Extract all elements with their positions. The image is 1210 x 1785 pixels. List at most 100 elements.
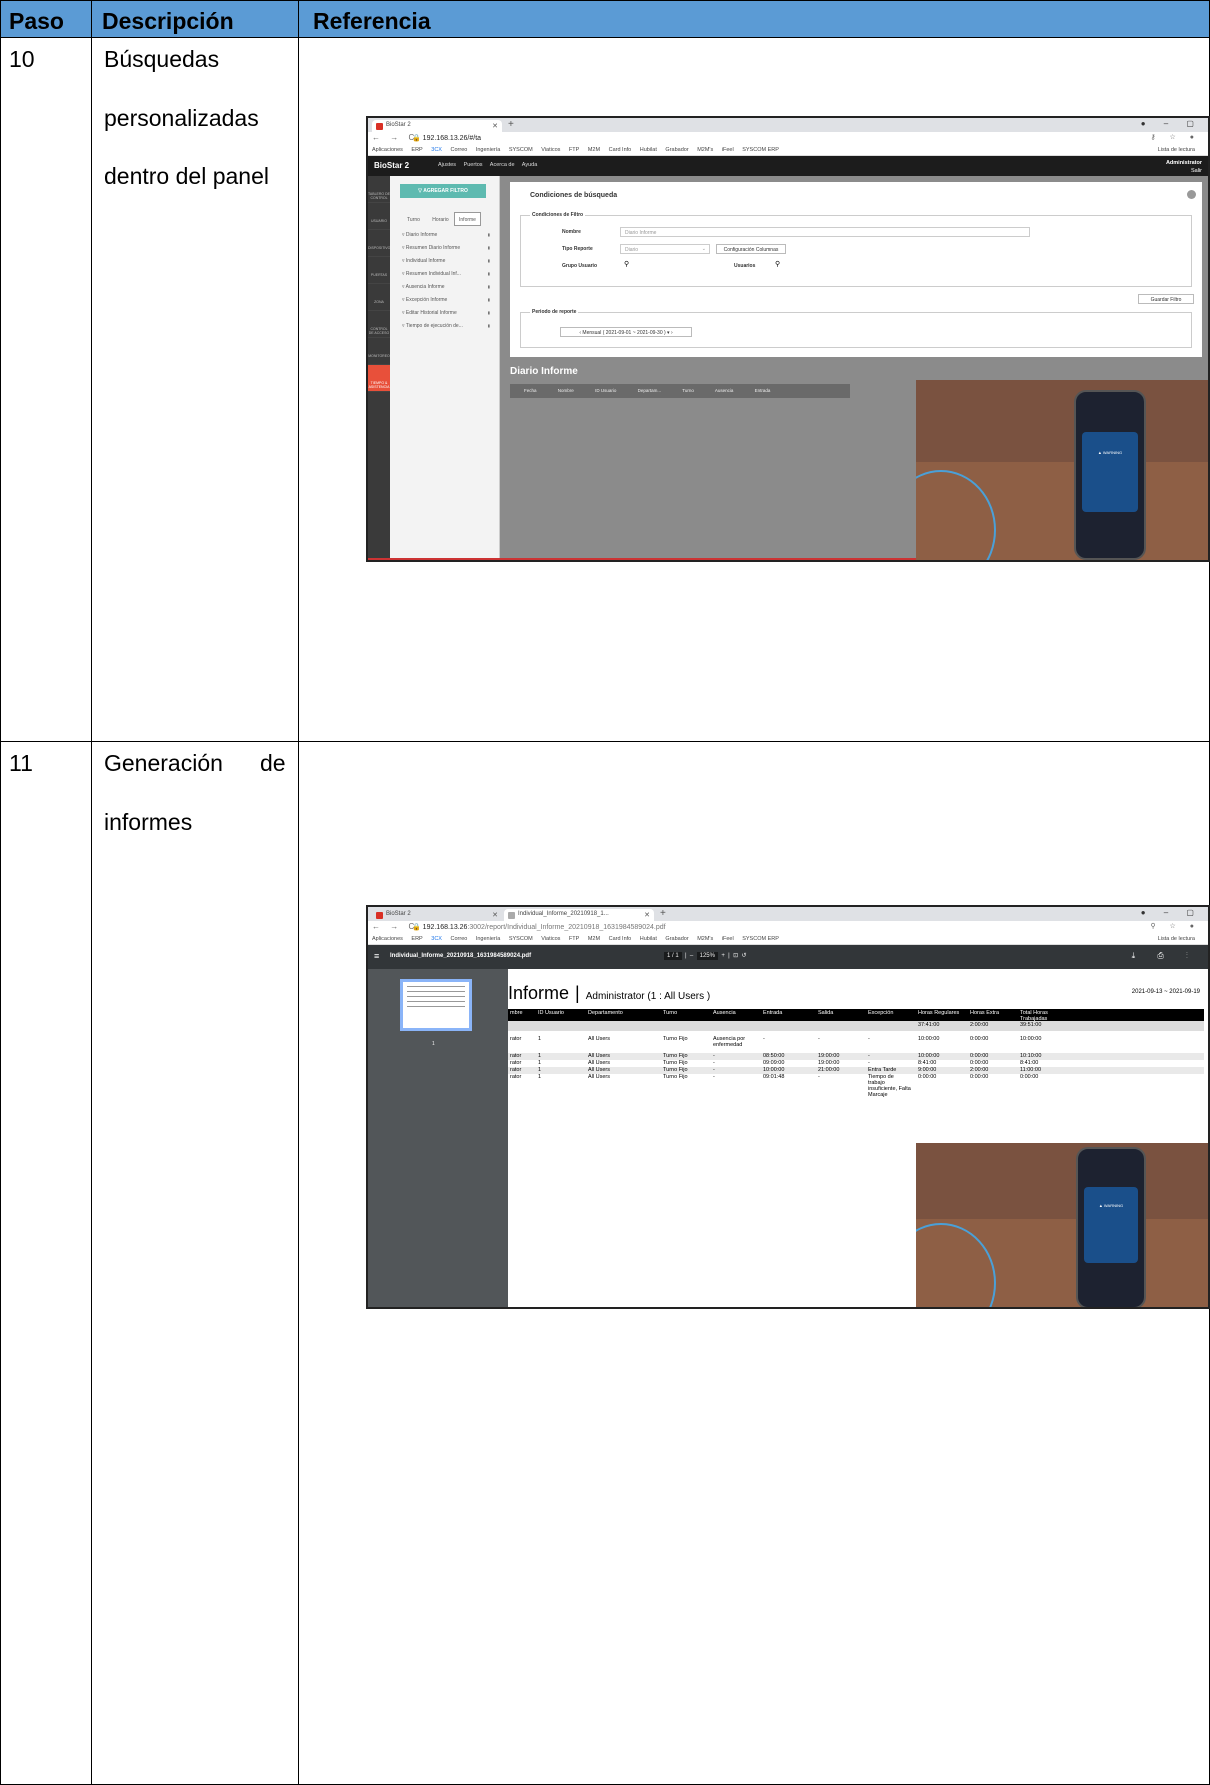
close-icon[interactable]: [1187, 190, 1196, 199]
url-field[interactable]: 🔒 192.168.13.26:3002/report/Individual_I…: [412, 923, 666, 931]
thumbnail-page-number: 1: [432, 1041, 435, 1047]
bookmark-item[interactable]: Ingeniería: [476, 147, 500, 153]
sidebar-item-monitoreo[interactable]: MONITOREO: [368, 338, 390, 365]
report-item[interactable]: ▿ Resumen Individual Inf...: [402, 271, 490, 284]
sidebar-item-dispositivo[interactable]: DISPOSITIVO: [368, 230, 390, 257]
browser-tab[interactable]: BioStar 2 ✕: [372, 909, 502, 921]
bookmark-item[interactable]: Hubilat: [640, 936, 657, 942]
column-header[interactable]: Ausencia: [715, 388, 734, 393]
tab-title: BioStar 2: [386, 122, 411, 128]
config-columns-button[interactable]: Configuración Columnas: [716, 244, 786, 254]
bookmark-item[interactable]: SYSCOM ERP: [742, 936, 779, 942]
report-item[interactable]: ▿ Tiempo de ejecución de...: [402, 323, 490, 336]
report-item[interactable]: ▿ Diario Informe: [402, 232, 490, 245]
report-item[interactable]: ▿ Ausencia Informe: [402, 284, 490, 297]
bookmark-item[interactable]: Aplicaciones: [372, 147, 403, 153]
bookmark-item[interactable]: SYSCOM: [509, 147, 533, 153]
column-header[interactable]: Turno: [682, 388, 694, 393]
bookmark-item[interactable]: FTP: [569, 936, 579, 942]
page-indicator[interactable]: 1 / 1: [664, 952, 682, 960]
close-icon[interactable]: ✕: [644, 911, 650, 919]
bookmark-item[interactable]: Aplicaciones: [372, 936, 403, 942]
column-header[interactable]: Fecha: [524, 388, 537, 393]
tab-informe[interactable]: Informe: [454, 212, 481, 226]
zoom-level[interactable]: 125%: [696, 952, 718, 960]
bookmark-item[interactable]: FTP: [569, 147, 579, 153]
zoom-out-icon[interactable]: –: [690, 953, 693, 959]
browser-tab-active[interactable]: Individual_Informe_20210918_1... ✕: [504, 909, 654, 921]
bookmark-item[interactable]: Ingeniería: [476, 936, 500, 942]
menu-puertos[interactable]: Puertos: [464, 162, 483, 168]
tab-turno[interactable]: Turno: [400, 213, 427, 227]
menu-icon[interactable]: ≡: [374, 951, 379, 961]
column-header[interactable]: Entrada: [755, 388, 771, 393]
bookmark-item[interactable]: ERP: [411, 936, 422, 942]
bookmark-item[interactable]: Viaticos: [541, 147, 560, 153]
menu-ajustes[interactable]: Ajustes: [438, 162, 456, 168]
bookmark-item[interactable]: Grabador: [665, 936, 688, 942]
sidebar-item-tiempo-asistencia[interactable]: TIEMPO & ASISTENCIA: [368, 365, 390, 392]
window-controls[interactable]: ● – ▢: [1141, 119, 1202, 128]
bookmark-item[interactable]: Correo: [451, 936, 468, 942]
zoom-in-icon[interactable]: +: [721, 953, 725, 959]
reading-list-link[interactable]: Lista de lectura: [1158, 147, 1195, 153]
browser-tab[interactable]: BioStar 2 ✕: [372, 120, 502, 132]
tipo-reporte-select[interactable]: Diario ⌄: [620, 244, 710, 254]
column-header[interactable]: Departam...: [638, 388, 662, 393]
new-tab-icon[interactable]: +: [660, 908, 666, 919]
address-actions-icon[interactable]: ⚷ ☆ ●: [1150, 133, 1200, 141]
bookmark-item[interactable]: Card Info: [609, 147, 632, 153]
menu-ayuda[interactable]: Ayuda: [522, 162, 538, 168]
report-item[interactable]: ▿ Excepción Informe: [402, 297, 490, 310]
address-actions-icon[interactable]: ⚲ ☆ ●: [1150, 922, 1200, 930]
tab-horario[interactable]: Horario: [427, 213, 454, 227]
url-field[interactable]: 🔒 192.168.13.26/#/ta: [412, 134, 481, 142]
bookmark-item[interactable]: Hubilat: [640, 147, 657, 153]
bookmark-item[interactable]: ERP: [411, 147, 422, 153]
sidebar-item-puertas[interactable]: PUERTAS: [368, 257, 390, 284]
report-item[interactable]: ▿ Editar Historial Informe: [402, 310, 490, 323]
bookmark-item[interactable]: SYSCOM: [509, 936, 533, 942]
sidebar-item-usuario[interactable]: USUARIO: [368, 203, 390, 230]
sidebar-item-zona[interactable]: ZONA: [368, 284, 390, 311]
page-thumbnail[interactable]: [400, 979, 472, 1031]
bookmark-item[interactable]: SYSCOM ERP: [742, 147, 779, 153]
sidebar-item-tablero[interactable]: TABLERO DE CONTROL: [368, 176, 390, 203]
search-icon[interactable]: ⚲: [624, 260, 629, 268]
bookmark-item[interactable]: Card Info: [609, 936, 632, 942]
column-header: Horas Regulares: [918, 1010, 960, 1016]
add-filter-button[interactable]: ▽ AGREGAR FILTRO: [400, 184, 486, 198]
sidebar-item-control-acceso[interactable]: CONTROL DE ACCESO: [368, 311, 390, 338]
report-item[interactable]: ▿ Resumen Diario Informe: [402, 245, 490, 258]
search-icon[interactable]: ⚲: [775, 260, 780, 268]
bookmark-item[interactable]: M2M: [588, 936, 600, 942]
report-item[interactable]: ▿ Individual Informe: [402, 258, 490, 271]
bookmark-item[interactable]: Viaticos: [541, 936, 560, 942]
download-print-icons[interactable]: ⤓ ⎙ ⋮: [1132, 951, 1198, 961]
close-icon[interactable]: ✕: [492, 122, 498, 130]
bookmark-item[interactable]: iFeel: [722, 936, 734, 942]
nombre-input[interactable]: Diario Informe: [620, 227, 1030, 237]
column-header[interactable]: ID Usuario: [595, 388, 616, 393]
menu-acerca[interactable]: Acerca de: [490, 162, 515, 168]
fit-page-icon[interactable]: ⊡: [733, 953, 738, 959]
bookmark-item[interactable]: 3CX: [431, 147, 442, 153]
new-tab-icon[interactable]: +: [508, 119, 514, 130]
app-logo[interactable]: BioStar 2: [374, 161, 409, 170]
bookmark-item[interactable]: Grabador: [665, 147, 688, 153]
rotate-icon[interactable]: ↺: [741, 953, 746, 959]
close-icon[interactable]: ✕: [492, 911, 498, 919]
bookmark-item[interactable]: M2M: [588, 147, 600, 153]
window-controls[interactable]: ● – ▢: [1141, 908, 1202, 917]
save-filter-button[interactable]: Guardar Filtro: [1138, 294, 1194, 304]
bookmark-item[interactable]: M2M's: [697, 936, 713, 942]
bookmark-item[interactable]: M2M's: [697, 147, 713, 153]
column-header[interactable]: Nombre: [558, 388, 574, 393]
bookmark-item[interactable]: 3CX: [431, 936, 442, 942]
bookmark-item[interactable]: iFeel: [722, 147, 734, 153]
bookmark-item[interactable]: Correo: [451, 147, 468, 153]
logout-button[interactable]: Salir: [1191, 168, 1202, 174]
period-selector[interactable]: ‹ Mensual ( 2021-09-01 ~ 2021-09-30 ) ▾ …: [560, 327, 692, 337]
biostar-favicon-icon: [376, 912, 383, 919]
reading-list-link[interactable]: Lista de lectura: [1158, 936, 1195, 942]
